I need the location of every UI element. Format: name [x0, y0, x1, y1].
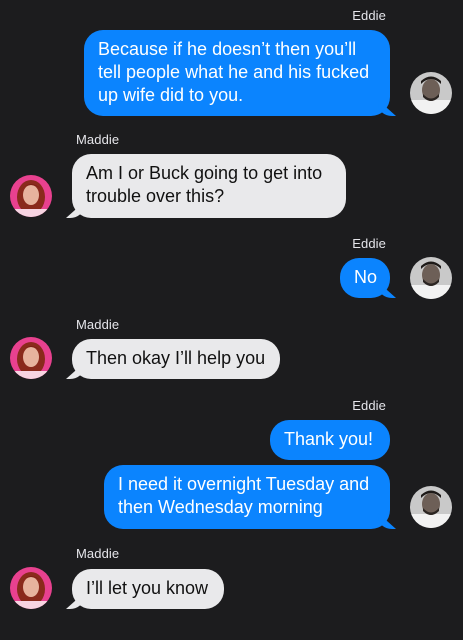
sender-name: Maddie [76, 546, 120, 561]
maddie-avatar-icon[interactable] [10, 175, 52, 217]
message-bubble-outgoing[interactable]: Thank you! [270, 420, 390, 460]
message-bubble-incoming[interactable]: I’ll let you know [72, 569, 224, 609]
message-bubble-outgoing[interactable]: I need it overnight Tuesday and then Wed… [104, 465, 390, 529]
message-bubble-outgoing[interactable]: Because if he doesn’t then you’ll tell p… [84, 30, 390, 116]
message-bubble-incoming[interactable]: Am I or Buck going to get into trouble o… [72, 154, 346, 218]
eddie-avatar-icon[interactable] [410, 257, 452, 299]
eddie-avatar-icon[interactable] [410, 486, 452, 528]
maddie-avatar-icon[interactable] [10, 337, 52, 379]
sender-name: Maddie [76, 132, 120, 147]
maddie-avatar-icon[interactable] [10, 567, 52, 609]
sender-name: Eddie [352, 8, 386, 23]
message-bubble-outgoing[interactable]: No [340, 258, 390, 298]
sender-name: Eddie [352, 236, 386, 251]
sender-name: Maddie [76, 317, 120, 332]
eddie-avatar-icon[interactable] [410, 72, 452, 114]
message-bubble-incoming[interactable]: Then okay I’ll help you [72, 339, 280, 379]
sender-name: Eddie [352, 398, 386, 413]
